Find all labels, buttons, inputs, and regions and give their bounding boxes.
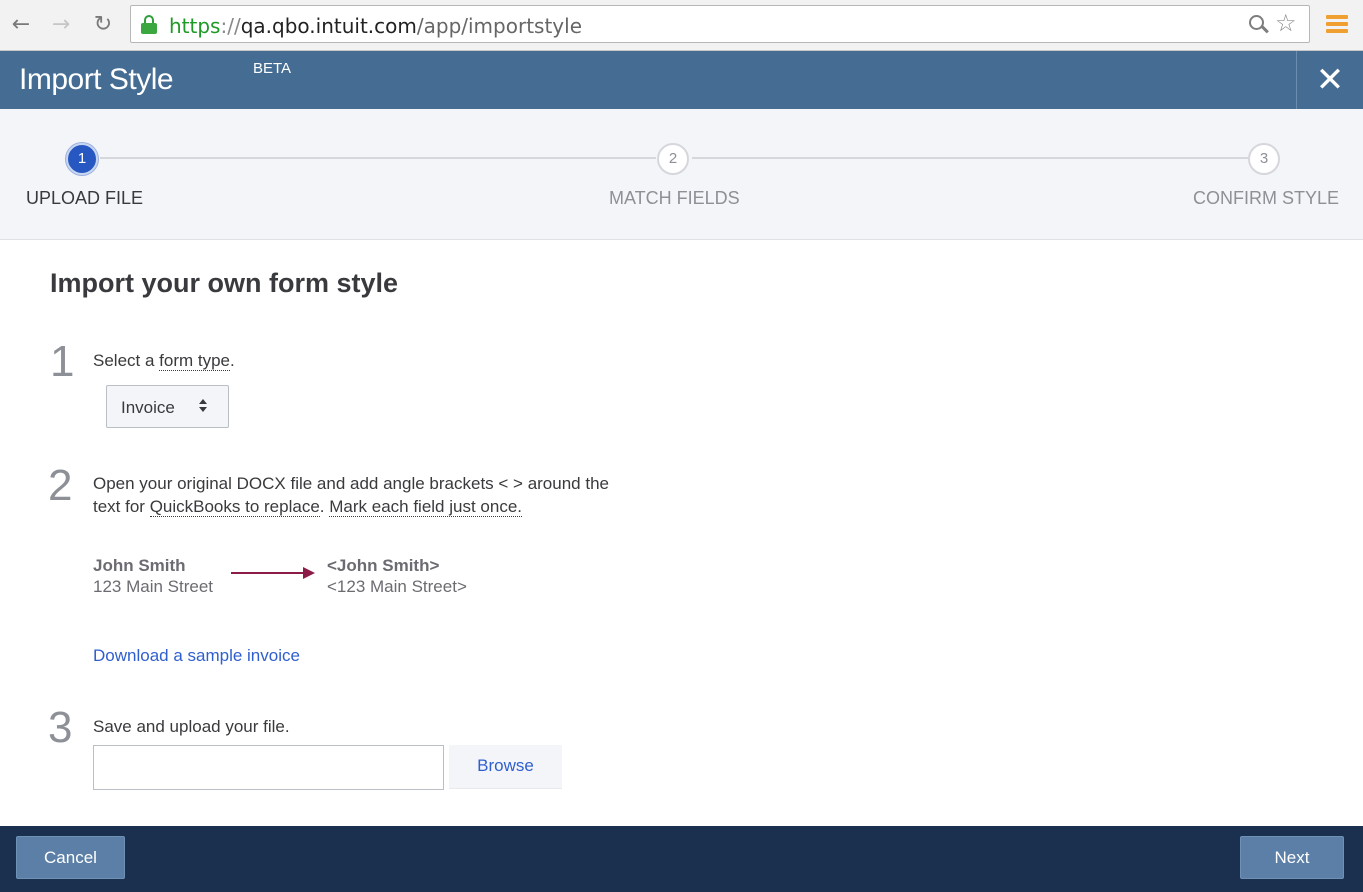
app-header: Import Style BETA ✕ bbox=[0, 51, 1363, 109]
example-after: <John Smith> <123 Main Street> bbox=[327, 555, 467, 597]
instruction-text: Open your original DOCX file and add ang… bbox=[93, 474, 609, 493]
close-icon[interactable]: ✕ bbox=[1308, 59, 1352, 101]
step-indicator-match: 2 bbox=[657, 143, 689, 175]
right-arrow-icon bbox=[231, 572, 309, 574]
url-scheme: https bbox=[169, 14, 221, 38]
example-before-name: John Smith bbox=[93, 556, 186, 575]
mark-once-tooltip-link[interactable]: Mark each field just once. bbox=[329, 497, 522, 517]
example-before-address: 123 Main Street bbox=[93, 577, 214, 596]
beta-badge: BETA bbox=[253, 60, 292, 77]
section-heading: Import your own form style bbox=[50, 268, 399, 298]
quickbooks-replace-tooltip-link[interactable]: QuickBooks to replace bbox=[149, 497, 320, 517]
step-indicator-upload: 1 bbox=[66, 143, 98, 175]
download-sample-link[interactable]: Download a sample invoice bbox=[93, 646, 300, 666]
zoom-icon[interactable] bbox=[1249, 15, 1269, 34]
instruction-number: 2 bbox=[48, 461, 73, 510]
instruction-text: . bbox=[319, 497, 330, 516]
step-label-confirm: CONFIRM STYLE bbox=[1193, 188, 1340, 208]
file-path-input[interactable] bbox=[93, 745, 444, 790]
step-connector bbox=[100, 157, 656, 159]
step-connector bbox=[692, 157, 1248, 159]
footer-bar: Cancel Next bbox=[0, 826, 1363, 892]
instruction-text: text for bbox=[93, 497, 150, 516]
bookmark-star-icon[interactable]: ☆ bbox=[1275, 10, 1297, 36]
url-path: /app/importstyle bbox=[416, 14, 582, 38]
page-title: Import Style bbox=[19, 63, 174, 96]
example-before: John Smith 123 Main Street bbox=[93, 555, 213, 597]
step-label-match: MATCH FIELDS bbox=[609, 188, 740, 208]
form-type-selected-value: Invoice bbox=[121, 398, 175, 417]
browse-button[interactable]: Browse bbox=[449, 745, 562, 789]
form-type-tooltip-link[interactable]: form type bbox=[159, 351, 231, 371]
forward-arrow-icon[interactable]: → bbox=[48, 12, 74, 38]
example-after-address: <123 Main Street> bbox=[327, 577, 467, 596]
url-separator: :// bbox=[220, 14, 241, 38]
step-indicator-confirm: 3 bbox=[1248, 143, 1280, 175]
url-host: qa.qbo.intuit.com bbox=[240, 14, 417, 38]
select-arrows-icon bbox=[199, 397, 209, 415]
url-text[interactable]: https://qa.qbo.intuit.com/app/importstyl… bbox=[169, 14, 582, 38]
instruction-number: 3 bbox=[48, 703, 73, 752]
step-label-upload: UPLOAD FILE bbox=[26, 188, 144, 208]
instruction-number: 1 bbox=[50, 337, 75, 386]
browser-toolbar: ← → ↻ https://qa.qbo.intuit.com/app/impo… bbox=[0, 0, 1363, 51]
instruction-upload: Save and upload your file. bbox=[93, 717, 290, 736]
example-after-name: <John Smith> bbox=[327, 556, 440, 575]
arrow-head bbox=[303, 567, 315, 579]
instruction-text: Select a bbox=[93, 351, 160, 370]
next-button[interactable]: Next bbox=[1240, 836, 1344, 879]
back-arrow-icon[interactable]: ← bbox=[8, 12, 34, 38]
menu-icon[interactable] bbox=[1326, 15, 1348, 34]
progress-stepper: 1 2 3 UPLOAD FILE MATCH FIELDS CONFIRM S… bbox=[0, 109, 1363, 240]
lock-icon bbox=[141, 15, 157, 34]
header-divider bbox=[1296, 51, 1297, 109]
instruction-angle-brackets: Open your original DOCX file and add ang… bbox=[93, 472, 653, 518]
address-bar[interactable]: https://qa.qbo.intuit.com/app/importstyl… bbox=[130, 5, 1310, 43]
form-type-select[interactable]: Invoice bbox=[106, 385, 229, 428]
cancel-button[interactable]: Cancel bbox=[16, 836, 125, 879]
reload-icon[interactable]: ↻ bbox=[90, 12, 116, 38]
instruction-select-form: Select a form type. bbox=[93, 349, 235, 372]
instruction-text: . bbox=[230, 351, 235, 370]
